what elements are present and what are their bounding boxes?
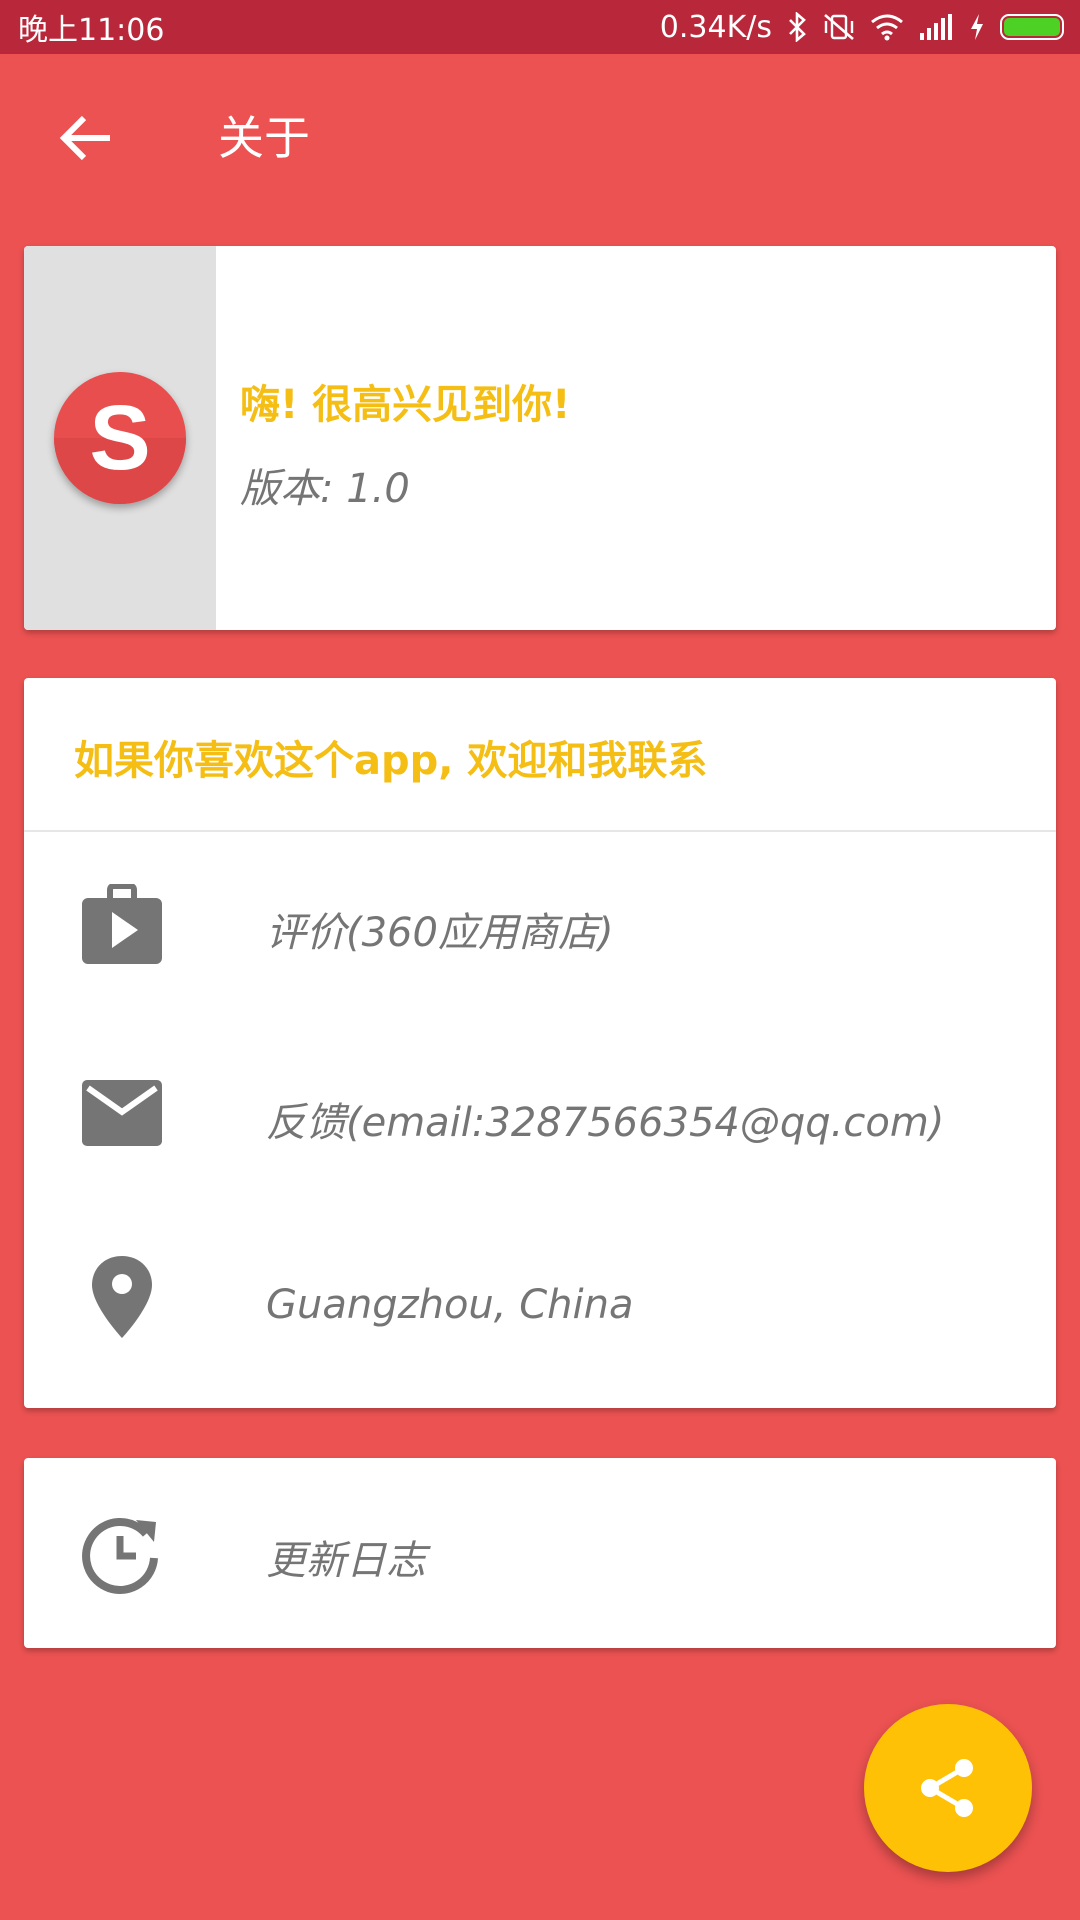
net-speed: 0.34K/s xyxy=(659,9,772,45)
version-text: 版本: 1.0 xyxy=(240,466,410,512)
changelog-card[interactable]: 更新日志 xyxy=(24,1458,1056,1648)
share-icon xyxy=(921,1759,973,1817)
list-item-location[interactable]: Guangzhou, China xyxy=(24,1216,1056,1406)
list-item-feedback[interactable]: 反馈(email:3287566354@qq.com) xyxy=(24,1024,1056,1214)
share-button[interactable] xyxy=(864,1704,1032,1872)
status-bar: 晚上11:06 0.34K/s xyxy=(0,0,1080,54)
list-item-changelog[interactable]: 更新日志 xyxy=(24,1458,1056,1648)
list-item-label: Guangzhou, China xyxy=(266,1282,634,1328)
arrow-back-icon[interactable] xyxy=(56,108,116,168)
logo-letter: S xyxy=(89,387,151,489)
wifi-icon xyxy=(871,14,903,41)
list-item-rate[interactable]: 评价(360应用商店) xyxy=(24,834,1056,1024)
list-item-label: 更新日志 xyxy=(266,1538,426,1584)
page-title: 关于 xyxy=(218,111,310,165)
vibrate-off-icon xyxy=(824,14,854,40)
toolbar: 关于 xyxy=(0,54,1080,222)
contact-header-text: 如果你喜欢这个app, 欢迎和我联系 xyxy=(74,738,708,784)
update-history-icon xyxy=(82,1517,158,1594)
status-icons: 0.34K/s xyxy=(660,10,1064,45)
contact-header: 如果你喜欢这个app, 欢迎和我联系 xyxy=(24,678,1056,832)
list-item-label: 反馈(email:3287566354@qq.com) xyxy=(266,1100,945,1146)
contact-card: 如果你喜欢这个app, 欢迎和我联系 评价(360应用商店) 反馈(email:… xyxy=(24,678,1056,1408)
charging-icon xyxy=(971,14,983,40)
battery-icon xyxy=(1000,14,1064,40)
signal-icon xyxy=(920,14,952,40)
list-item-label: 评价(360应用商店) xyxy=(266,910,614,956)
status-time: 晚上11:06 xyxy=(18,13,165,48)
hello-title: 嗨! 很高兴见到你! xyxy=(240,382,571,428)
email-icon xyxy=(82,1080,162,1146)
bluetooth-icon xyxy=(789,12,806,42)
battery-level xyxy=(1004,18,1060,36)
play-store-bag-icon xyxy=(82,884,162,964)
app-logo: S xyxy=(54,372,186,504)
location-pin-icon xyxy=(92,1256,152,1338)
